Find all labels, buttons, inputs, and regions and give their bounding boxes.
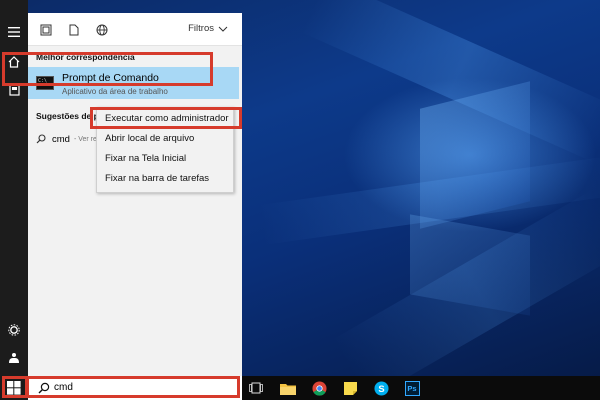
- filters-dropdown[interactable]: Filtros: [188, 23, 228, 34]
- run-as-admin-highlight-outline: [90, 107, 242, 129]
- suggestion-text: cmd: [52, 133, 70, 145]
- filter-toolbar: Filtros: [28, 13, 242, 46]
- photoshop-label: Ps: [404, 380, 420, 396]
- best-match-subtitle: Aplicativo da área de trabalho: [62, 87, 168, 96]
- search-box-highlight-outline: [26, 376, 240, 398]
- web-filter-globe-icon[interactable]: [94, 22, 110, 38]
- suggestion-subtext: - Ver re: [73, 135, 97, 143]
- open-file-location-menu-item[interactable]: Abrir local de arquivo: [105, 133, 194, 144]
- file-explorer-icon[interactable]: [278, 378, 298, 398]
- pin-to-start-menu-item[interactable]: Fixar na Tela Inicial: [105, 153, 186, 164]
- start-button-highlight-outline: [2, 376, 28, 398]
- chrome-icon[interactable]: [309, 378, 329, 398]
- documents-filter-icon[interactable]: [66, 22, 82, 38]
- settings-gear-icon[interactable]: [0, 316, 28, 344]
- feedback-icon[interactable]: [0, 344, 28, 372]
- task-view-icon[interactable]: [246, 378, 266, 398]
- pin-to-taskbar-menu-item[interactable]: Fixar na barra de tarefas: [105, 173, 209, 184]
- hamburger-menu-icon[interactable]: [0, 18, 28, 46]
- skype-icon[interactable]: S: [371, 378, 391, 398]
- best-match-highlight-outline: [2, 52, 213, 86]
- search-icon: [36, 134, 46, 144]
- apps-filter-icon[interactable]: [38, 22, 54, 38]
- photoshop-icon[interactable]: Ps: [402, 378, 422, 398]
- sticky-notes-icon[interactable]: [340, 378, 360, 398]
- svg-text:S: S: [378, 383, 384, 393]
- chevron-down-icon: [218, 26, 228, 32]
- filters-label: Filtros: [188, 23, 214, 34]
